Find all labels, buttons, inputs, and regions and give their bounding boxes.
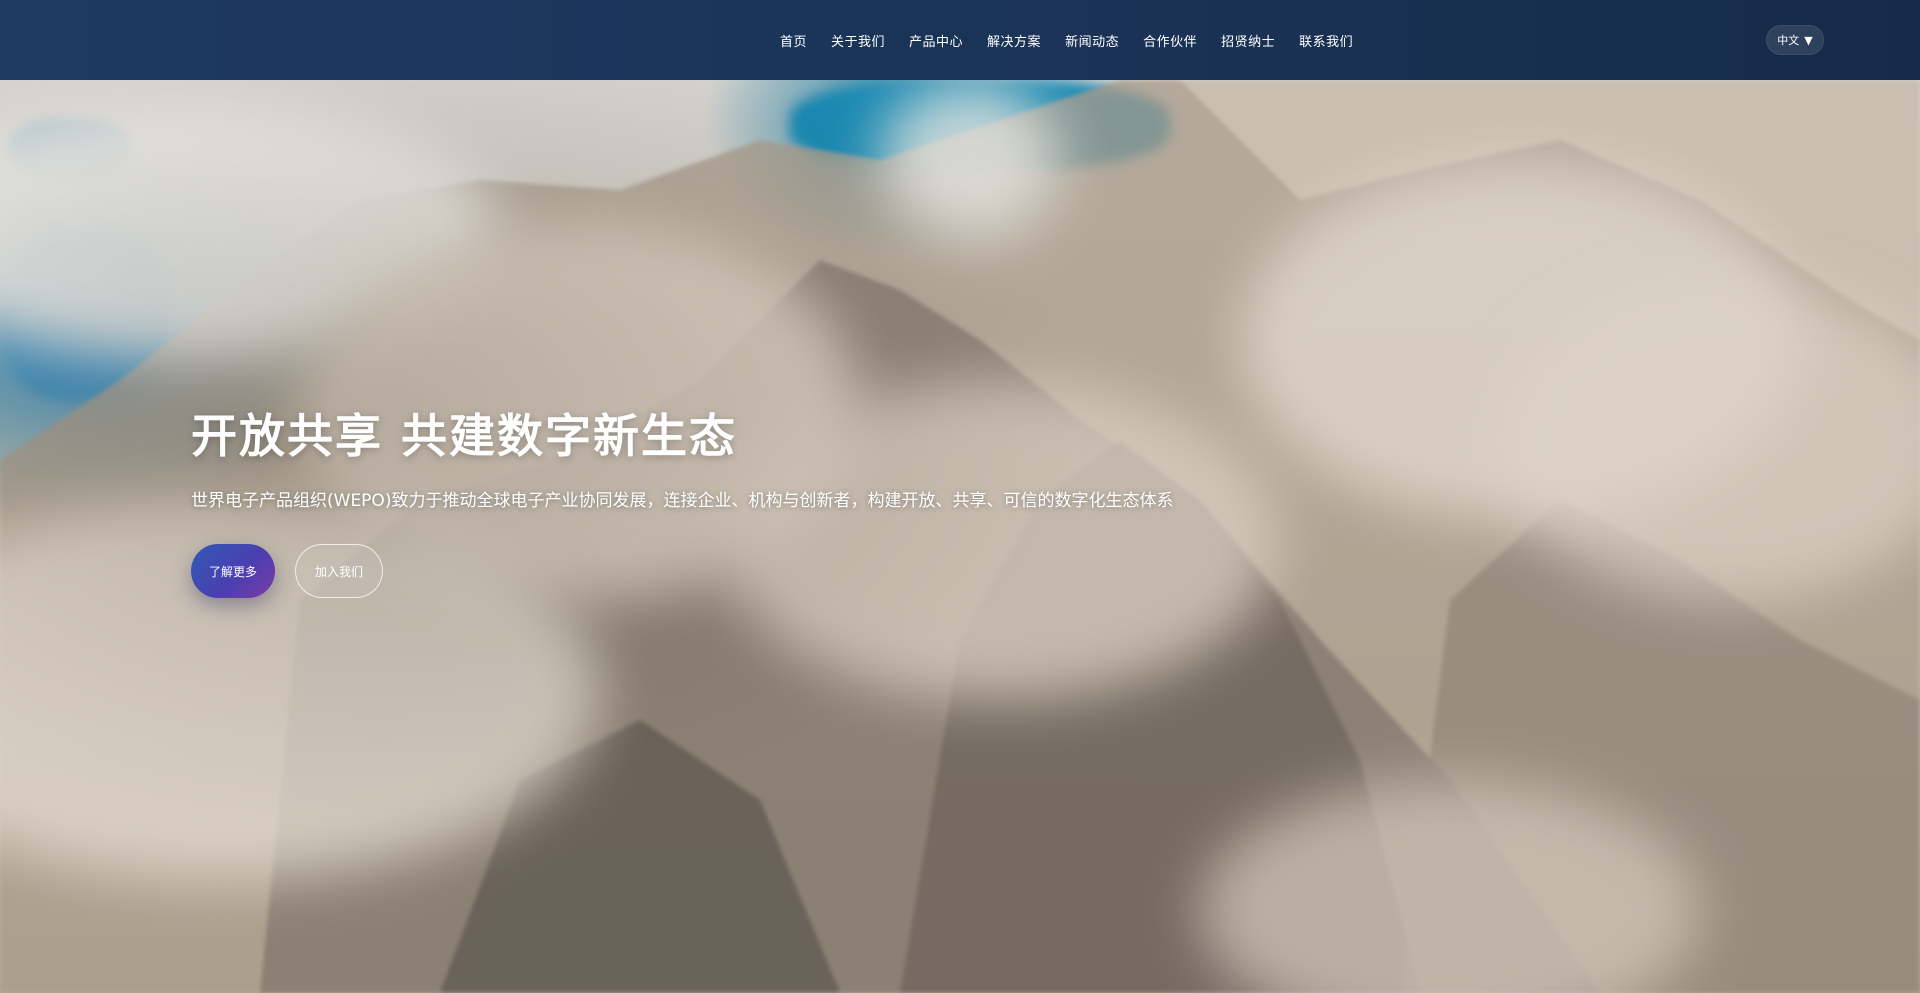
nav-item-careers[interactable]: 招贤纳士	[1221, 31, 1275, 50]
top-navigation-bar: 首页 关于我们 产品中心 解决方案 新闻动态 合作伙伴 招贤纳士 联系我们 中文…	[0, 0, 1920, 80]
chevron-down-icon: ▼	[1804, 33, 1813, 47]
join-us-button[interactable]: 加入我们	[295, 544, 383, 598]
nav-item-contact[interactable]: 联系我们	[1299, 31, 1353, 50]
nav-item-solutions[interactable]: 解决方案	[987, 31, 1041, 50]
hero-title: 开放共享 共建数字新生态	[191, 409, 738, 463]
nav-item-about[interactable]: 关于我们	[831, 31, 885, 50]
nav-item-partners[interactable]: 合作伙伴	[1143, 31, 1197, 50]
nav-item-products[interactable]: 产品中心	[909, 31, 963, 50]
nav-item-home[interactable]: 首页	[780, 31, 807, 50]
hero-description: 世界电子产品组织(WEPO)致力于推动全球电子产业协同发展，连接企业、机构与创新…	[191, 491, 1174, 511]
learn-more-button[interactable]: 了解更多	[191, 544, 275, 598]
language-switcher[interactable]: 中文 ▼	[1766, 25, 1824, 55]
nav-item-news[interactable]: 新闻动态	[1065, 31, 1119, 50]
language-label: 中文	[1777, 34, 1800, 47]
hero-banner	[0, 80, 1920, 993]
main-nav: 首页 关于我们 产品中心 解决方案 新闻动态 合作伙伴 招贤纳士 联系我们	[780, 0, 1353, 80]
